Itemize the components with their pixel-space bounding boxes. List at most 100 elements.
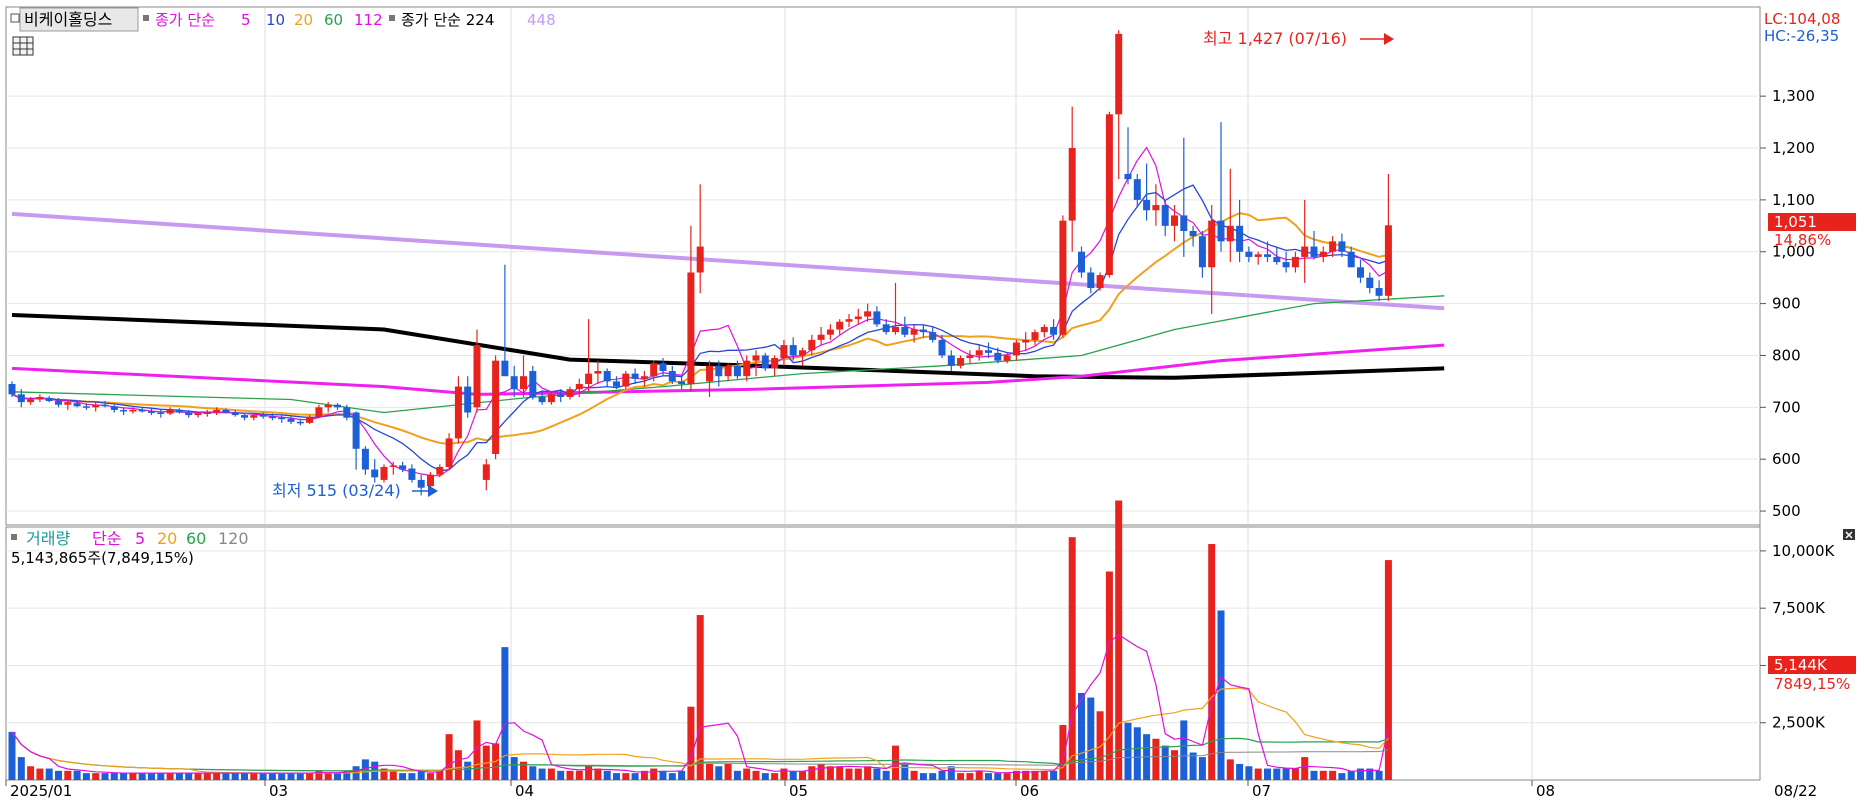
candle-body [482,464,490,480]
date-tick-label: 05 [789,782,808,800]
volume-bar [268,773,276,780]
candle-body [799,350,806,356]
chart-background [0,0,1864,811]
volume-legend-bullet-icon [11,534,17,540]
candle-body [631,373,639,379]
date-tick-label: 04 [515,782,534,800]
candle-body [92,404,100,408]
volume-bar [696,615,704,780]
candle-body [1338,241,1346,252]
price-tick-label: 1,100 [1772,191,1815,209]
candle-body [510,376,518,390]
volume-bar [929,773,937,780]
volume-bar [1189,752,1197,780]
volume-bar [1338,773,1346,780]
candle-body [1264,254,1271,257]
volume-bar [1180,720,1188,780]
candle-body [789,345,797,356]
candle-body [929,332,937,340]
volume-bar [817,763,825,780]
volume-bar [1068,537,1076,780]
volume-bar [966,773,974,780]
volume-bar [1301,757,1309,780]
candle-body [371,469,379,478]
volume-bar [1124,722,1132,780]
candle-body [1319,251,1327,257]
volume-bar [1087,697,1095,780]
candle-body [334,404,341,408]
candle-body [82,406,90,408]
volume-bar [73,770,81,780]
candle-body [706,365,713,382]
volume-bar [250,773,258,780]
candle-body [650,363,658,377]
candle-body [1273,256,1281,263]
volume-bar [854,768,862,780]
volume-bar [45,768,53,780]
candle-body [1208,220,1216,268]
candle-body [1357,267,1364,278]
volume-bar [17,757,25,780]
candle-body [436,466,444,475]
candle-body [1143,199,1151,211]
candle-body [1189,230,1197,237]
candle-body [1003,355,1011,361]
date-tick-label: 06 [1020,782,1039,800]
volume-bar [845,768,853,780]
volume-bar [185,773,193,780]
volume-ma-prefix: 단순 [92,529,121,548]
close-panel-icon[interactable] [1843,529,1855,540]
volume-bar [92,773,100,780]
candle-body [1050,326,1058,335]
candle-body [975,350,983,356]
volume-bar [306,773,314,780]
stock-name[interactable]: 비케이홀딩스 [24,10,112,29]
volume-ma20-legend: 20 [157,529,177,548]
volume-ma120-legend: 120 [218,529,249,548]
candle-body [696,246,704,273]
grid-icon[interactable] [12,36,34,56]
candle-body [399,465,407,470]
volume-bar [919,773,927,780]
candle-body [566,389,574,397]
candle-body [1068,148,1076,221]
candle-body [27,399,35,403]
volume-bar [678,770,686,780]
candle-body [157,412,165,415]
candle-body [315,407,323,417]
candle-body [1329,241,1337,252]
candle-body [185,412,193,416]
candle-body [361,448,369,470]
candle-body [120,409,128,412]
volume-bar [733,770,741,780]
candle-body [408,468,416,480]
candle-body [1022,339,1030,343]
candle-body [901,326,909,335]
volume-bar [985,773,992,780]
volume-bar [231,773,239,780]
candle-body [613,381,620,387]
candle-body [752,355,760,361]
candle-body [659,363,667,372]
candle-body [761,355,769,369]
hc-value: HC:-26,35 [1764,27,1839,45]
candle-body [966,355,974,359]
candle-body [1105,114,1113,276]
candle-body [343,407,351,418]
candle-body [1133,179,1141,200]
volume-change: 7849,15% [1774,675,1850,693]
volume-bar [529,766,537,780]
date-tick-label: 07 [1252,782,1271,800]
volume-bar [947,766,955,780]
candle-body [1078,251,1085,273]
volume-bar [1254,768,1262,780]
volume-bar [594,768,602,780]
candle-body [836,321,844,330]
volume-bar [417,770,425,780]
candle-body [1254,254,1262,257]
volume-bar [1105,571,1113,780]
volume-bar [1226,759,1234,780]
date-tick-label: 08 [1536,782,1555,800]
volume-bar [148,773,155,780]
price-tick-label: 700 [1772,398,1801,416]
